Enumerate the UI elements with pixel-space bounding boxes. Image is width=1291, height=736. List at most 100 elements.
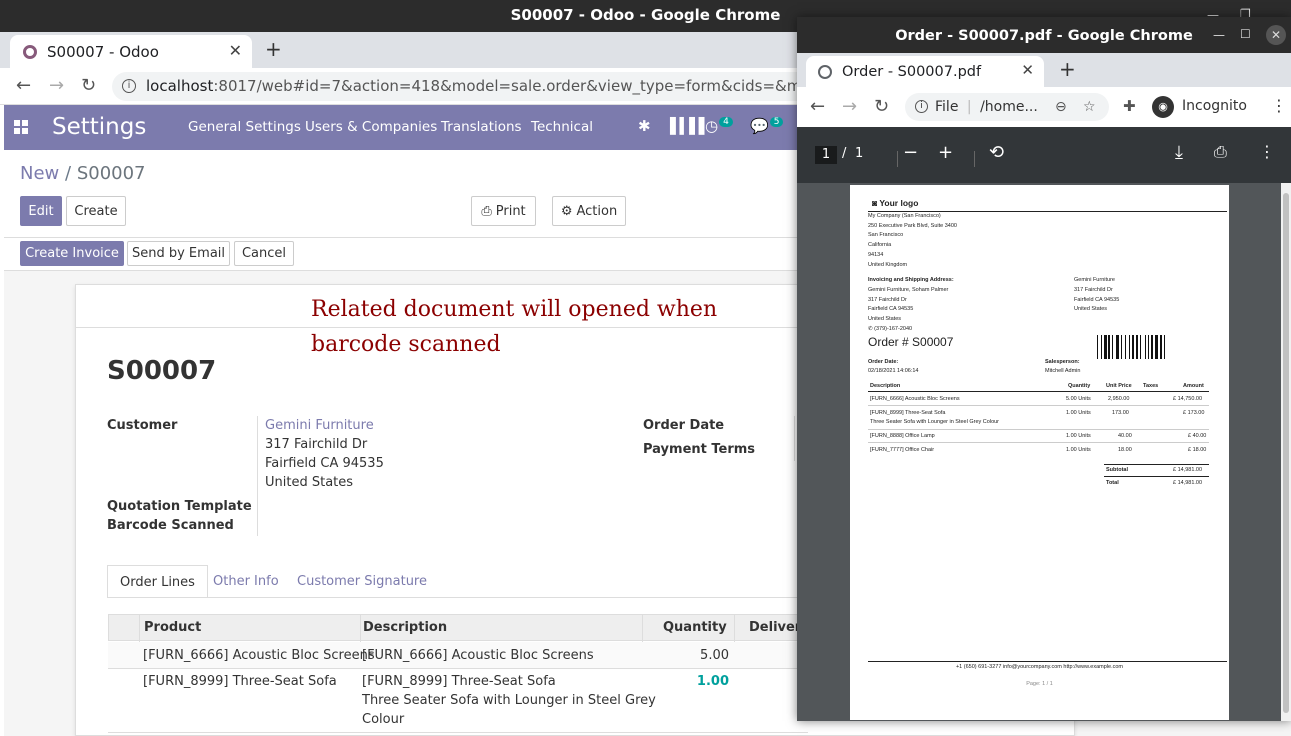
close-tab-icon[interactable]: ✕	[229, 41, 242, 60]
field-separator	[794, 416, 795, 461]
menu-users-companies[interactable]: Users & Companies	[305, 119, 437, 135]
pdf-address-bar: ← → ↻ i File | /home... ⊖ ☆ ✚ ◉ Incognit…	[797, 87, 1291, 127]
table-row[interactable]: [FURN_6666] Acoustic Bloc Screens [FURN_…	[108, 642, 808, 669]
table-row[interactable]: [FURN_8999] Three-Seat Sofa [FURN_8999] …	[108, 669, 808, 733]
rotate-icon[interactable]: ⟲	[989, 142, 1004, 163]
messages-icon[interactable]: 💬 5	[750, 117, 784, 135]
pdf-scroll-thumb[interactable]	[1283, 193, 1289, 713]
reload-icon[interactable]: ↻	[81, 75, 96, 96]
pdf-line-desc: [FURN_8999] Three-Seat Sofa	[870, 410, 946, 416]
pdf-line-price: 173.00	[1112, 410, 1129, 416]
cancel-button[interactable]: Cancel	[234, 241, 294, 266]
customer-link[interactable]: Gemini Furniture	[265, 418, 374, 433]
menu-icon[interactable]: ⋮	[1271, 96, 1287, 115]
breadcrumb-current: S00007	[76, 163, 146, 184]
table-header: Product Description Quantity Delivered	[108, 614, 819, 642]
activity-badge: 4	[719, 117, 733, 127]
star-icon[interactable]: ☆	[1083, 93, 1096, 121]
customer-label: Customer	[107, 418, 178, 433]
tab-order-lines[interactable]: Order Lines	[107, 565, 208, 598]
header-quantity[interactable]: Quantity	[663, 620, 727, 635]
header-product[interactable]: Product	[144, 620, 201, 635]
send-email-button[interactable]: Send by Email	[127, 241, 230, 266]
tab-other-info[interactable]: Other Info	[201, 565, 291, 598]
pdf-line-qty: 1.00 Units	[1066, 447, 1091, 453]
back-icon[interactable]: ←	[810, 96, 825, 117]
close-window-icon[interactable]: ✕	[1266, 25, 1286, 45]
tab-customer-signature[interactable]: Customer Signature	[285, 565, 439, 598]
header-description[interactable]: Description	[363, 620, 447, 635]
info-icon[interactable]: i	[122, 79, 136, 93]
pdf-address-label: Invoicing and Shipping Address:	[868, 277, 954, 283]
new-tab-icon[interactable]: +	[1059, 57, 1076, 81]
pdf-line-amount: £ 18.00	[1188, 447, 1207, 453]
minimize-icon[interactable]: —	[1213, 28, 1225, 42]
breadcrumb-parent[interactable]: New	[20, 163, 59, 184]
pdf-order-date-label: Order Date:	[868, 359, 899, 365]
pdf-address-line: 317 Fairchild Dr	[868, 297, 907, 303]
app-brand[interactable]: Settings	[52, 114, 146, 140]
activity-icon[interactable]: ◷ 4	[705, 117, 733, 135]
pdf-header-taxes: Taxes	[1143, 383, 1159, 389]
pdf-header-description: Description	[870, 383, 901, 389]
info-icon[interactable]: i	[915, 100, 928, 113]
pdf-footer: +1 (650) 691-3277 info@yourcompany.com h…	[955, 664, 1124, 670]
gear-icon: ⚙	[560, 203, 573, 219]
menu-general-settings[interactable]: General Settings	[188, 119, 301, 135]
pdf-barcode	[1097, 335, 1181, 359]
menu-technical[interactable]: Technical	[531, 119, 593, 135]
url-input[interactable]: i localhost:8017/web#id=7&action=418&mod…	[112, 72, 873, 101]
maximize-icon[interactable]: ☐	[1240, 27, 1251, 41]
print-icon[interactable]: ⎙	[1214, 142, 1227, 162]
pdf-address-line: United States	[868, 316, 902, 322]
odoo-favicon-icon	[23, 44, 37, 59]
print-icon: ⎙	[481, 203, 492, 219]
pdf-toolbar: 1 / 1 − + ⟲ ⤓ ⎙ ⋮	[797, 127, 1291, 183]
forward-icon[interactable]: →	[842, 96, 857, 117]
annotation-text: Related document will opened when barcod…	[311, 297, 718, 357]
pdf-subtotal: £ 14,981.00	[1173, 467, 1203, 473]
url-host: localhost	[146, 77, 214, 95]
pdf-line-price: 2,950.00	[1108, 396, 1130, 402]
pdf-line-price: 40.00	[1118, 433, 1132, 439]
bug-icon[interactable]: ✱	[638, 117, 651, 135]
zoom-icon[interactable]: ⊖	[1055, 93, 1067, 121]
pdf-company-line: California	[868, 242, 892, 248]
pdf-company-line: 250 Executive Park Blvd, Suite 3400	[868, 223, 957, 229]
close-tab-icon[interactable]: ✕	[1021, 61, 1034, 79]
pdf-page-footer: Page: 1 / 1	[1026, 681, 1053, 687]
edit-button[interactable]: Edit	[20, 196, 62, 226]
barcode-icon[interactable]: ▌▍▌▌	[670, 117, 710, 135]
extensions-icon[interactable]: ✚	[1123, 97, 1136, 115]
menu-translations[interactable]: Translations	[441, 119, 522, 135]
print-label: Print	[495, 203, 526, 219]
more-icon[interactable]: ⋮	[1259, 142, 1275, 161]
tab-odoo[interactable]: S00007 - Odoo ✕	[10, 35, 252, 68]
pdf-company-line: 94134	[868, 252, 884, 258]
apps-menu-icon[interactable]	[14, 120, 28, 134]
zoom-out-icon[interactable]: −	[903, 142, 918, 163]
url-path: :8017/web#id=7&action=418&model=sale.ord…	[213, 77, 873, 95]
camera-icon: ◙	[872, 198, 878, 208]
new-tab-icon[interactable]: +	[265, 37, 282, 61]
forward-icon[interactable]: →	[49, 75, 64, 96]
reload-icon[interactable]: ↻	[874, 96, 889, 117]
pdf-tab-strip: Order - S00007.pdf ✕ +	[797, 53, 1291, 87]
download-icon[interactable]: ⤓	[1175, 142, 1183, 163]
create-button[interactable]: Create	[66, 196, 126, 226]
pdf-url-input[interactable]: i File | /home... ⊖ ☆	[905, 93, 1109, 121]
print-button[interactable]: ⎙ Print	[471, 196, 536, 226]
row-quantity: 1.00	[696, 674, 729, 689]
row-product: [FURN_8999] Three-Seat Sofa	[143, 674, 337, 689]
page-number-input[interactable]: 1	[815, 146, 837, 164]
zoom-in-icon[interactable]: +	[938, 142, 953, 163]
action-button[interactable]: ⚙ Action	[552, 196, 626, 226]
back-icon[interactable]: ←	[16, 75, 31, 96]
messages-badge: 5	[769, 117, 784, 127]
incognito-label[interactable]: Incognito	[1182, 98, 1247, 114]
page-sep: /	[842, 146, 847, 161]
pdf-right-address-line: United States	[1074, 306, 1108, 312]
create-invoice-button[interactable]: Create Invoice	[20, 241, 124, 266]
pdf-line-desc: [FURN_8888] Office Lamp	[870, 433, 935, 439]
tab-pdf[interactable]: Order - S00007.pdf ✕	[806, 56, 1044, 87]
